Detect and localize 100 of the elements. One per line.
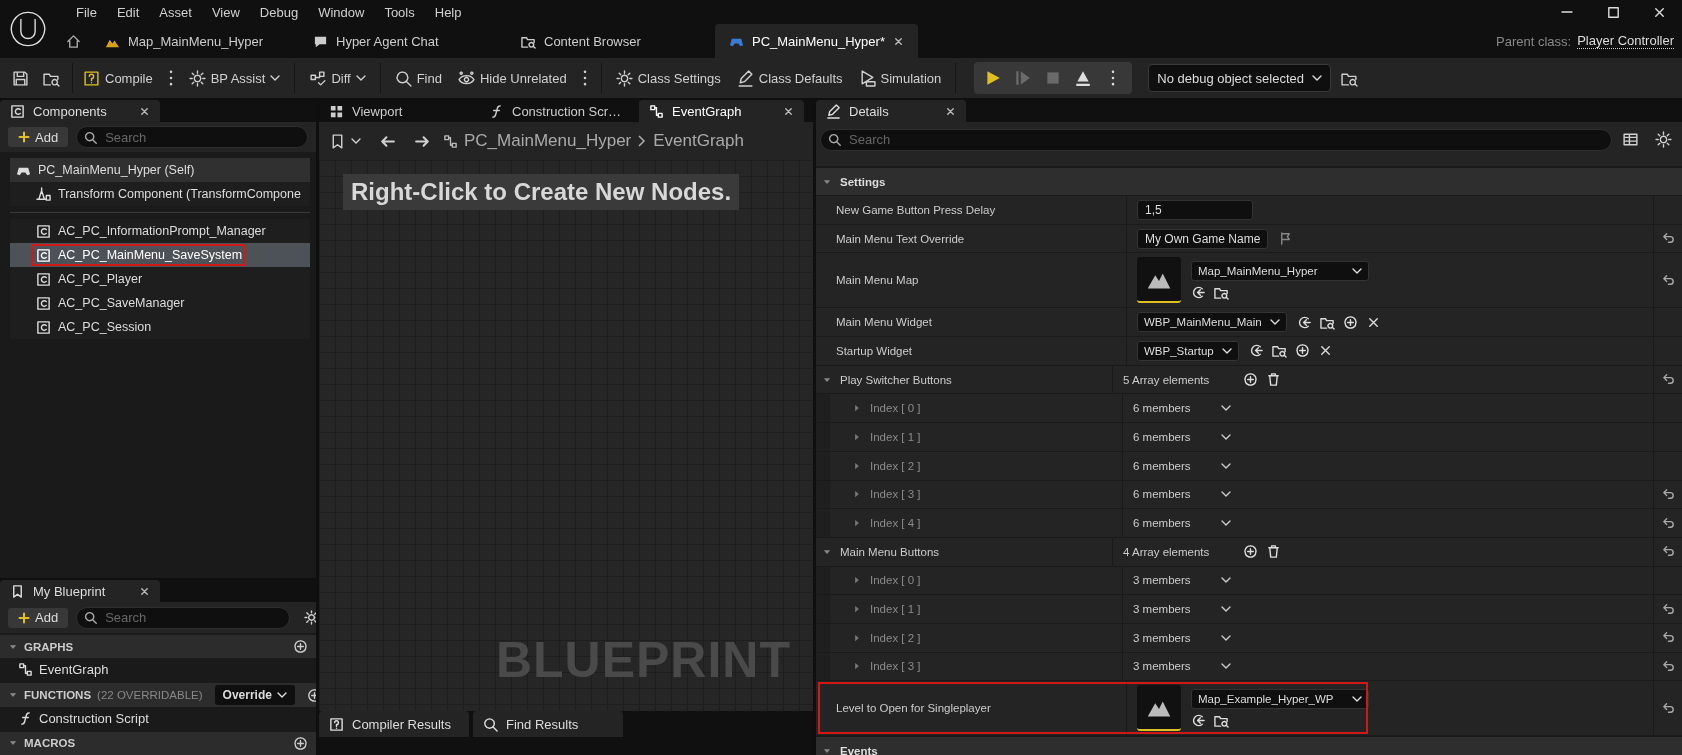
hide-unrelated-button[interactable]: Hide Unrelated [451, 65, 573, 91]
reset-icon [1660, 601, 1676, 617]
component-icon [36, 247, 51, 263]
parent-class-link[interactable]: Player Controller [1577, 33, 1674, 49]
tree-item[interactable]: AC_PC_Session [10, 315, 310, 339]
members-dropdown[interactable]: 6 members [1133, 430, 1231, 443]
caret-icon [1220, 520, 1231, 527]
compile-icon [83, 69, 100, 87]
members-dropdown[interactable]: 6 members [1133, 517, 1231, 530]
members-dropdown[interactable]: 3 members [1133, 631, 1231, 644]
breadcrumb-item[interactable]: PC_MainMenu_Hyper [464, 131, 632, 151]
asset-dropdown[interactable]: Map_MainMenu_Hyper [1191, 260, 1369, 281]
tree-item[interactable]: AC_PC_InformationPrompt_Manager [10, 219, 310, 243]
members-dropdown[interactable]: 6 members [1133, 402, 1231, 415]
bottom-tab[interactable]: Compiler Results [319, 711, 469, 737]
menu-item[interactable]: Help [424, 4, 472, 20]
value-field[interactable]: My Own Game Name [1137, 228, 1269, 249]
tree-item[interactable]: AC_PC_SaveManager [10, 291, 310, 315]
find-button[interactable]: Find [388, 65, 448, 91]
asset-thumbnail[interactable] [1137, 685, 1181, 732]
chevron-icon [637, 133, 648, 149]
menu-item[interactable]: View [201, 4, 250, 20]
graph-tab[interactable]: Construction Scr… [479, 100, 639, 122]
property-label: New Game Button Press Delay [836, 203, 996, 216]
caret-icon [1220, 491, 1231, 498]
settings-icon [304, 610, 316, 625]
graph-tab[interactable]: EventGraph [639, 100, 804, 122]
save-icon [12, 69, 29, 87]
class-settings-button[interactable]: Class Settings [609, 65, 727, 91]
debug-object-dropdown[interactable]: No debug object selected [1148, 64, 1331, 92]
compile-button[interactable]: Compile [77, 65, 159, 91]
property-label: Index [ 1 ] [870, 603, 921, 616]
caret-icon [1220, 405, 1231, 412]
tree-item[interactable]: AC_PC_Player [10, 267, 310, 291]
property-label: Main Menu Widget [836, 316, 932, 329]
members-dropdown[interactable]: 6 members [1133, 488, 1231, 501]
search-field[interactable]: Search [76, 606, 291, 629]
asset-thumbnail[interactable] [1137, 257, 1181, 304]
home-icon [66, 33, 81, 49]
document-tab[interactable]: PC_MainMenu_Hyper* [715, 24, 918, 58]
value-field[interactable]: 1,5 [1137, 199, 1253, 220]
document-tab[interactable]: Hyper Agent Chat [299, 24, 507, 58]
search-icon [394, 69, 412, 87]
close-icon [139, 105, 150, 117]
blueprint-item[interactable]: Construction Script [0, 706, 316, 730]
members-dropdown[interactable]: 6 members [1133, 459, 1231, 472]
section-header[interactable]: MACROS [24, 737, 76, 750]
graph-tab[interactable]: Viewport [319, 100, 479, 122]
bp-assist-button[interactable]: BP Assist [182, 65, 287, 91]
bottom-tab[interactable]: Find Results [473, 711, 623, 737]
simulation-button[interactable]: Simulation [852, 65, 948, 91]
members-dropdown[interactable]: 3 members [1133, 574, 1231, 587]
bookmark-icon [10, 583, 25, 599]
asset-dropdown[interactable]: Map_Example_Hyper_WP [1191, 688, 1369, 709]
class-dropdown[interactable]: WBP_Startup [1137, 340, 1239, 361]
document-tab[interactable]: Content Browser [507, 24, 715, 58]
search-field[interactable]: Search [76, 126, 308, 148]
menu-item[interactable]: Edit [106, 4, 150, 20]
menu-item[interactable]: Window [308, 4, 375, 20]
property-label: Main Menu Text Override [836, 232, 965, 245]
panel-tab[interactable]: My Blueprint [0, 580, 160, 602]
blueprint-item[interactable]: EventGraph [0, 658, 316, 682]
section-header[interactable]: FUNCTIONS [24, 689, 92, 701]
reset-icon [1660, 515, 1676, 531]
property-label: Index [ 2 ] [870, 631, 921, 644]
menu-item[interactable]: Asset [149, 4, 202, 20]
class-defaults-button[interactable]: Class Defaults [730, 65, 849, 91]
function-icon [489, 103, 504, 119]
members-dropdown[interactable]: 3 members [1133, 660, 1231, 673]
tree-item[interactable]: AC_PC_MainMenu_SaveSystem [10, 243, 310, 267]
override-dropdown[interactable]: Override [214, 685, 295, 705]
panel-tab[interactable]: Details [816, 100, 966, 122]
component-icon [36, 295, 51, 311]
class-dropdown[interactable]: WBP_MainMenu_Main [1137, 312, 1287, 333]
close-icon [893, 35, 904, 47]
search-field[interactable]: Search [820, 128, 1612, 151]
add-button[interactable]: Add [8, 127, 69, 147]
document-tab[interactable]: Map_MainMenu_Hyper [91, 24, 299, 58]
members-dropdown[interactable]: 3 members [1133, 603, 1231, 616]
array-count: 4 Array elements [1123, 545, 1211, 558]
tree-item[interactable]: Transform Component (TransformCompone [10, 182, 310, 206]
caret-icon [1312, 75, 1322, 81]
breadcrumb-item[interactable]: EventGraph [653, 131, 744, 151]
component-icon [36, 271, 51, 287]
logo-icon [9, 10, 47, 48]
section-header[interactable]: GRAPHS [24, 640, 74, 653]
panel-tab[interactable]: Components [0, 100, 160, 122]
use-selected-icon [1191, 284, 1206, 300]
diff-icon [309, 69, 327, 87]
tree-item[interactable]: PC_MainMenu_Hyper (Self) [10, 158, 310, 182]
menu-item[interactable]: Tools [374, 4, 425, 20]
property-label: Index [ 3 ] [870, 660, 921, 673]
category-header[interactable]: Settings [840, 175, 886, 188]
menu-item[interactable]: File [66, 4, 107, 20]
menu-item[interactable]: Debug [249, 4, 309, 20]
caret-icon [1221, 347, 1232, 354]
add-button[interactable]: Add [8, 607, 69, 628]
diff-button[interactable]: Diff [303, 65, 372, 91]
reset-icon [1660, 272, 1676, 288]
category-header[interactable]: Events [840, 744, 878, 755]
